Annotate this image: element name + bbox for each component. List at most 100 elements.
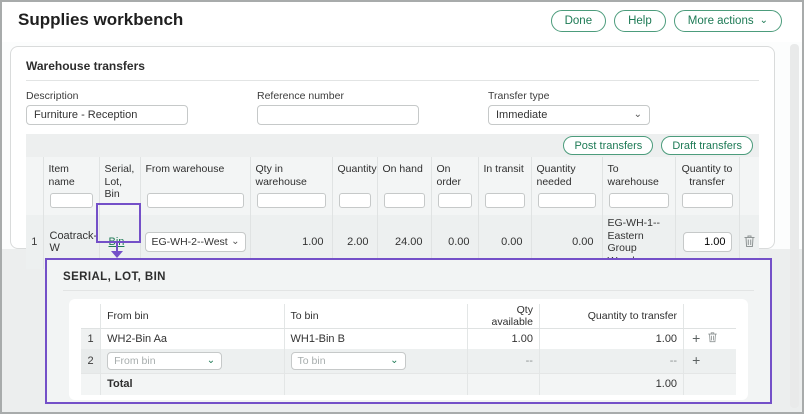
- col-to-bin: To bin: [284, 304, 467, 329]
- bin-total-value: 1.00: [539, 374, 683, 395]
- titlebar: Supplies workbench Done Help More action…: [2, 2, 802, 42]
- bin-connector-arrowhead: [111, 251, 123, 258]
- filter-quantity-needed[interactable]: [538, 193, 596, 208]
- filter-item-name[interactable]: [50, 193, 93, 208]
- bin-link[interactable]: Bin: [100, 236, 125, 248]
- row-actions-header: [739, 157, 759, 215]
- reference-number-field: Reference number: [257, 90, 419, 125]
- chevron-down-icon: ⌄: [760, 16, 768, 26]
- chevron-down-icon: ⌄: [390, 356, 398, 366]
- filter-to-warehouse[interactable]: [609, 193, 669, 208]
- plus-icon: +: [692, 330, 700, 346]
- from-bin-placeholder: From bin: [114, 355, 155, 367]
- col-from-warehouse: From warehouse: [141, 163, 250, 176]
- col-quantity: Quantity: [333, 163, 377, 176]
- transfer-type-value: Immediate: [496, 109, 547, 121]
- transfers-table-header-row: Item name Serial, Lot, Bin From warehous…: [26, 157, 759, 215]
- filter-on-hand[interactable]: [384, 193, 425, 208]
- bin-table-row: 2 From bin ⌄ To bin ⌄: [81, 349, 736, 374]
- bin-row-actions-header: [684, 304, 736, 329]
- draft-transfers-button[interactable]: Draft transfers: [661, 136, 753, 155]
- vertical-scrollbar[interactable]: [790, 44, 799, 408]
- filter-quantity[interactable]: [339, 193, 371, 208]
- col-item-name: Item name: [44, 163, 99, 188]
- col-quantity-to-transfer: Quantity to transfer: [676, 163, 739, 188]
- bin-row-number-header: [81, 304, 101, 329]
- trash-icon: [707, 331, 718, 343]
- section-divider: [26, 80, 759, 81]
- to-bin-cell: WH1-Bin B: [284, 329, 467, 349]
- filter-in-transit[interactable]: [485, 193, 525, 208]
- row-number: 1: [26, 215, 43, 269]
- bin-total-row: Total 1.00: [81, 374, 736, 395]
- col-qty-in-warehouse: Qty in warehouse: [251, 163, 332, 188]
- description-label: Description: [26, 90, 188, 102]
- transfer-type-select[interactable]: Immediate ⌄: [488, 105, 650, 125]
- transfer-form: Description Reference number Transfer ty…: [26, 90, 759, 125]
- col-from-bin: From bin: [101, 304, 284, 329]
- from-bin-cell: WH2-Bin Aa: [101, 329, 284, 349]
- row-number-header: [26, 157, 43, 215]
- add-bin-row-button[interactable]: +: [690, 353, 702, 368]
- bin-total-spacer: [81, 374, 101, 395]
- to-bin-placeholder: To bin: [298, 355, 326, 367]
- filter-on-order[interactable]: [438, 193, 472, 208]
- filter-from-warehouse[interactable]: [147, 193, 244, 208]
- qty-available-cell: --: [467, 349, 539, 374]
- col-bin-quantity-to-transfer: Quantity to transfer: [539, 304, 683, 329]
- transfer-type-field: Transfer type Immediate ⌄: [488, 90, 650, 125]
- section-title: Warehouse transfers: [26, 57, 759, 80]
- transfers-table: Item name Serial, Lot, Bin From warehous…: [26, 157, 759, 269]
- warehouse-transfers-card: Warehouse transfers Description Referenc…: [10, 46, 775, 249]
- post-transfers-button[interactable]: Post transfers: [563, 136, 653, 155]
- done-button[interactable]: Done: [551, 10, 607, 32]
- more-actions-label: More actions: [688, 15, 754, 27]
- serial-lot-bin-panel: SERIAL, LOT, BIN From bin To bin Qty ava…: [45, 258, 772, 404]
- transfer-type-label: Transfer type: [488, 90, 650, 102]
- bin-row-number: 2: [81, 349, 101, 374]
- plus-icon: +: [692, 352, 700, 368]
- filter-quantity-to-transfer[interactable]: [682, 193, 733, 208]
- col-on-order: On order: [432, 163, 478, 188]
- description-input[interactable]: [26, 105, 188, 125]
- bin-quantity-to-transfer-cell: 1.00: [539, 329, 683, 349]
- bin-total-label: Total: [101, 374, 284, 395]
- serial-lot-bin-title: SERIAL, LOT, BIN: [63, 271, 754, 290]
- to-bin-select[interactable]: To bin ⌄: [291, 352, 406, 370]
- col-quantity-needed: Quantity needed: [532, 163, 602, 188]
- col-in-transit: In transit: [479, 163, 531, 176]
- chevron-down-icon: ⌄: [231, 237, 239, 247]
- bin-row-actions-cell: +: [684, 329, 736, 349]
- bin-table-card: From bin To bin Qty available Quantity t…: [69, 299, 748, 400]
- reference-number-input[interactable]: [257, 105, 419, 125]
- chevron-down-icon: ⌄: [207, 356, 215, 366]
- supplies-workbench-screen: Supplies workbench Done Help More action…: [0, 0, 804, 414]
- help-button[interactable]: Help: [614, 10, 666, 32]
- bin-table: From bin To bin Qty available Quantity t…: [81, 304, 736, 395]
- delete-bin-row-button[interactable]: [705, 331, 720, 346]
- filter-qty-in-warehouse[interactable]: [257, 193, 326, 208]
- trash-icon: [743, 234, 756, 248]
- to-bin-cell: To bin ⌄: [284, 349, 467, 374]
- col-to-warehouse: To warehouse: [603, 163, 675, 188]
- description-field: Description: [26, 90, 188, 125]
- bin-quantity-to-transfer-cell: --: [539, 349, 683, 374]
- qty-available-cell: 1.00: [467, 329, 539, 349]
- reference-number-label: Reference number: [257, 90, 419, 102]
- page-title: Supplies workbench: [18, 10, 183, 30]
- bin-table-row: 1 WH2-Bin Aa WH1-Bin B 1.00 1.00 +: [81, 329, 736, 349]
- from-warehouse-select[interactable]: EG-WH-2--Western Gr ⌄: [145, 232, 246, 252]
- from-warehouse-value: EG-WH-2--Western Gr: [152, 236, 229, 248]
- titlebar-actions: Done Help More actions ⌄: [551, 10, 782, 32]
- quantity-to-transfer-input[interactable]: [683, 232, 732, 252]
- table-toolbar: Post transfers Draft transfers: [26, 134, 759, 157]
- delete-row-button[interactable]: [741, 234, 758, 251]
- bin-row-actions-cell: +: [684, 349, 736, 374]
- bin-row-number: 1: [81, 329, 101, 349]
- from-bin-select[interactable]: From bin ⌄: [107, 352, 222, 370]
- add-bin-row-button[interactable]: +: [690, 331, 702, 346]
- chevron-down-icon: ⌄: [634, 110, 642, 120]
- col-qty-available: Qty available: [467, 304, 539, 329]
- more-actions-button[interactable]: More actions ⌄: [674, 10, 782, 32]
- col-serial-lot-bin: Serial, Lot, Bin: [100, 163, 140, 201]
